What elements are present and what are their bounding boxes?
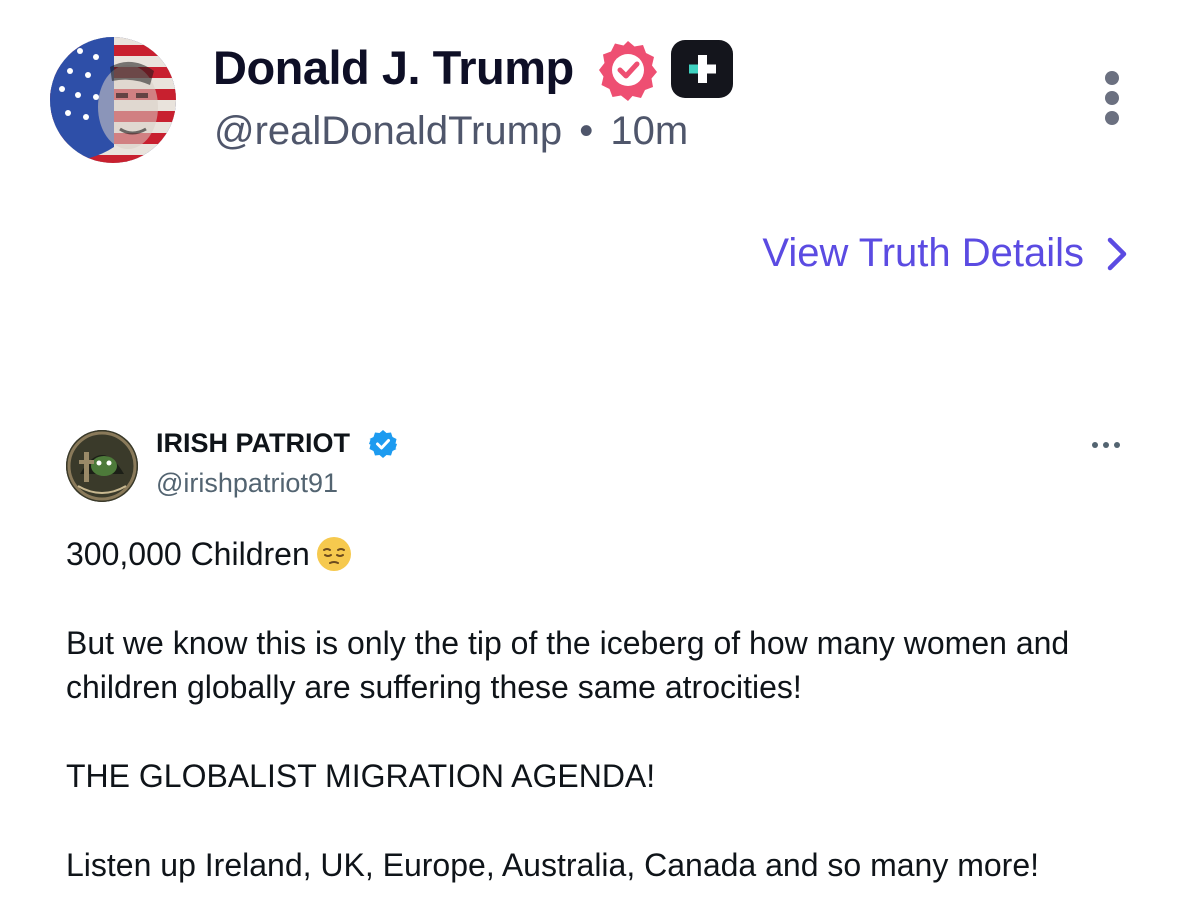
verified-badge-icon: [368, 429, 398, 459]
author-handle[interactable]: @realDonaldTrump: [214, 109, 562, 153]
post-line: But we know this is only the tip of the …: [66, 625, 1070, 705]
chevron-right-icon: [1107, 237, 1127, 270]
post-line-text: 300,000 Children: [66, 536, 310, 572]
view-truth-details-link[interactable]: View Truth Details: [762, 231, 1128, 276]
separator-dot: •: [579, 109, 594, 153]
post-timestamp[interactable]: 10m: [610, 109, 688, 153]
pensive-face-icon: [316, 536, 352, 572]
more-vertical-icon[interactable]: [1098, 70, 1126, 130]
plus-badge-icon: [671, 40, 733, 98]
author-handle-line: @realDonaldTrump • 10m: [214, 109, 688, 154]
embedded-author-name[interactable]: IRISH PATRIOT: [156, 428, 350, 459]
embedded-author-avatar[interactable]: [66, 430, 138, 502]
post-line: THE GLOBALIST MIGRATION AGENDA!: [66, 758, 656, 794]
embedded-author-handle[interactable]: @irishpatriot91: [156, 468, 338, 499]
post-line: Listen up Ireland, UK, Europe, Australia…: [66, 847, 1039, 883]
verified-badge-icon: [596, 38, 660, 102]
author-avatar[interactable]: [50, 37, 176, 163]
author-display-name[interactable]: Donald J. Trump: [213, 40, 574, 95]
view-truth-details-label: View Truth Details: [762, 231, 1084, 275]
more-horizontal-icon[interactable]: [1091, 438, 1121, 452]
embedded-post-body: 300,000 Children But we know this is onl…: [66, 532, 1146, 887]
post-line: 300,000 Children: [66, 532, 1146, 576]
